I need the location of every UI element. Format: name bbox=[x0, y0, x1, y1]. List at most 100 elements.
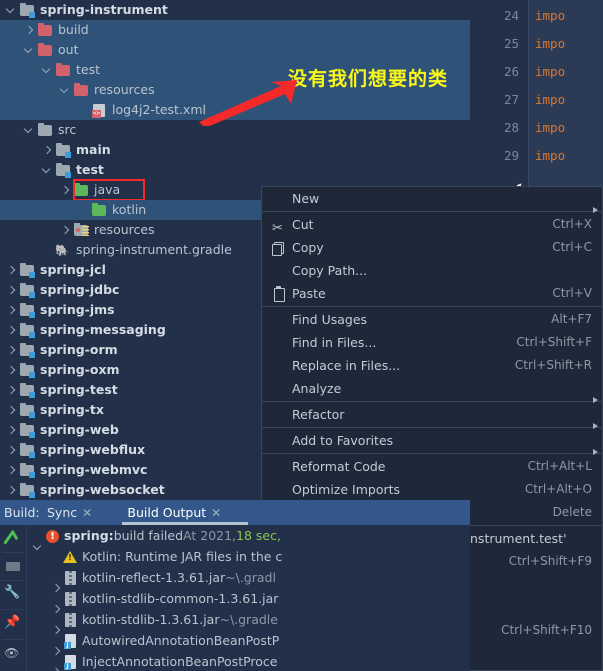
red-folder-icon bbox=[73, 82, 89, 98]
menu-item-replace-in-files[interactable]: Replace in Files... Ctrl+Shift+R bbox=[262, 354, 602, 377]
menu-item-label: Reformat Code bbox=[292, 459, 386, 474]
chevron-right-icon[interactable] bbox=[6, 365, 17, 376]
module-folder-icon bbox=[19, 282, 35, 298]
chevron-right-icon[interactable] bbox=[60, 225, 71, 236]
menu-separator bbox=[262, 453, 602, 454]
build-output-row[interactable]: InjectAnnotationBeanPostProce bbox=[28, 651, 470, 671]
menu-item-find-in-files[interactable]: Find in Files... Ctrl+Shift+F bbox=[262, 331, 602, 354]
code-line: impo bbox=[535, 92, 566, 107]
menu-item-shortcut: Ctrl+Shift+F10 bbox=[501, 623, 592, 637]
build-output-row[interactable]: kotlin-stdlib-1.3.61.jar ~\.gradle bbox=[28, 609, 470, 630]
line-number: 26 bbox=[503, 64, 519, 79]
chevron-right-icon[interactable] bbox=[6, 305, 17, 316]
resources-folder-icon bbox=[73, 222, 89, 238]
build-tab-sync[interactable]: Sync ✕ bbox=[47, 500, 92, 525]
menu-item-add-to-favorites[interactable]: Add to Favorites bbox=[262, 429, 602, 455]
chevron-right-icon[interactable] bbox=[6, 385, 17, 396]
build-output-row[interactable]: kotlin-stdlib-common-1.3.61.jar bbox=[28, 588, 470, 609]
tree-item-label: spring-tx bbox=[40, 402, 104, 417]
chevron-down-icon[interactable] bbox=[42, 65, 53, 76]
menu-item-find-usages[interactable]: Find Usages Alt+F7 bbox=[262, 308, 602, 331]
line-number: 29 bbox=[503, 148, 519, 163]
chevron-right-icon[interactable] bbox=[6, 405, 17, 416]
tree-item-label: java bbox=[94, 182, 121, 197]
intellij-window: spring-instrumentbuildouttestresourceslo… bbox=[0, 0, 603, 671]
tree-item-main[interactable]: main bbox=[0, 140, 470, 160]
build-output-list[interactable]: spring: build failed At 2021, 18 sec, Kot… bbox=[28, 525, 470, 671]
line-number: 28 bbox=[503, 120, 519, 135]
jar-icon bbox=[62, 591, 79, 607]
green-folder-icon bbox=[91, 202, 107, 218]
stop-icon[interactable] bbox=[4, 557, 23, 576]
module-folder-icon bbox=[19, 342, 35, 358]
no-icon bbox=[270, 312, 288, 328]
chevron-down-icon[interactable] bbox=[60, 85, 71, 96]
module-folder-icon bbox=[55, 142, 71, 158]
menu-item-optimize-imports[interactable]: Optimize Imports Ctrl+Alt+O bbox=[262, 478, 602, 501]
close-tab-icon[interactable]: ✕ bbox=[211, 506, 221, 520]
chevron-right-icon[interactable] bbox=[60, 185, 71, 196]
chevron-down-icon[interactable] bbox=[24, 125, 35, 136]
build-output-row[interactable]: Kotlin: Runtime JAR files in the c bbox=[28, 546, 470, 567]
chevron-down-icon[interactable] bbox=[6, 5, 17, 16]
build-tool-buttons[interactable] bbox=[0, 525, 27, 671]
menu-item-shortcut: Alt+F7 bbox=[551, 312, 592, 326]
menu-item-paste[interactable]: Paste Ctrl+V bbox=[262, 282, 602, 305]
no-icon bbox=[270, 459, 288, 475]
no-icon bbox=[270, 381, 288, 397]
wrench-icon[interactable] bbox=[4, 585, 23, 604]
menu-item-copy[interactable]: Copy Ctrl+C bbox=[262, 236, 602, 259]
build-output-row[interactable]: AutowiredAnnotationBeanPostP bbox=[28, 630, 470, 651]
chevron-right-icon[interactable] bbox=[6, 465, 17, 476]
chevron-down-icon[interactable] bbox=[24, 45, 35, 56]
rerun-icon[interactable] bbox=[4, 529, 23, 548]
chevron-right-icon[interactable] bbox=[24, 25, 35, 36]
tree-item-label: kotlin bbox=[112, 202, 147, 217]
menu-item-label: Optimize Imports bbox=[292, 482, 401, 497]
menu-item-label: Cut bbox=[292, 217, 314, 232]
build-output-row[interactable]: kotlin-reflect-1.3.61.jar ~\.gradl bbox=[28, 567, 470, 588]
line-number: 25 bbox=[503, 36, 519, 51]
build-row-name: spring: bbox=[64, 528, 114, 543]
tree-item-label: resources bbox=[94, 82, 155, 97]
copy-icon bbox=[270, 240, 288, 256]
tree-item-test[interactable]: test bbox=[0, 160, 470, 180]
tree-item-label: spring-instrument bbox=[40, 2, 168, 17]
menu-item-refactor[interactable]: Refactor bbox=[262, 403, 602, 429]
pin-icon[interactable] bbox=[4, 615, 23, 634]
chevron-right-icon[interactable] bbox=[6, 445, 17, 456]
close-tab-icon[interactable]: ✕ bbox=[82, 506, 92, 520]
chevron-right-icon[interactable] bbox=[6, 425, 17, 436]
tree-item-spring-instrument[interactable]: spring-instrument bbox=[0, 0, 470, 20]
build-row-muted: ~\.gradle bbox=[219, 612, 278, 627]
build-row-text: InjectAnnotationBeanPostProce bbox=[82, 654, 278, 669]
menu-item-new[interactable]: New bbox=[262, 187, 602, 213]
xml-file-icon bbox=[91, 102, 107, 118]
chevron-down-icon[interactable] bbox=[42, 165, 53, 176]
tree-item-out[interactable]: out bbox=[0, 40, 470, 60]
menu-item-analyze[interactable]: Analyze bbox=[262, 377, 602, 403]
build-row-text: Kotlin: Runtime JAR files in the c bbox=[82, 549, 283, 564]
java-file-icon bbox=[62, 654, 79, 670]
chevron-right-icon[interactable] bbox=[42, 145, 53, 156]
build-output-row[interactable]: spring: build failed At 2021, 18 sec, bbox=[28, 525, 470, 546]
eye-icon[interactable] bbox=[4, 645, 23, 664]
chevron-right-icon[interactable] bbox=[6, 485, 17, 496]
editor-code-area[interactable]: impo impo impo impo impo impo bbox=[528, 0, 603, 186]
tree-item-label: spring-webflux bbox=[40, 442, 146, 457]
divider bbox=[2, 639, 24, 640]
menu-item-label: Replace in Files... bbox=[292, 358, 401, 373]
chevron-right-icon[interactable] bbox=[6, 285, 17, 296]
menu-item-reformat-code[interactable]: Reformat Code Ctrl+Alt+L bbox=[262, 455, 602, 478]
chevron-right-icon[interactable] bbox=[6, 345, 17, 356]
module-folder-icon bbox=[19, 462, 35, 478]
chevron-right-icon[interactable] bbox=[6, 325, 17, 336]
red-folder-icon bbox=[55, 62, 71, 78]
build-tab-bar[interactable]: Build: Sync ✕ Build Output ✕ bbox=[0, 500, 470, 525]
divider bbox=[2, 580, 24, 581]
chevron-right-icon[interactable] bbox=[6, 265, 17, 276]
menu-item-cut[interactable]: Cut Ctrl+X bbox=[262, 213, 602, 240]
tree-item-build[interactable]: build bbox=[0, 20, 470, 40]
menu-item-copy-path[interactable]: Copy Path... bbox=[262, 259, 602, 282]
